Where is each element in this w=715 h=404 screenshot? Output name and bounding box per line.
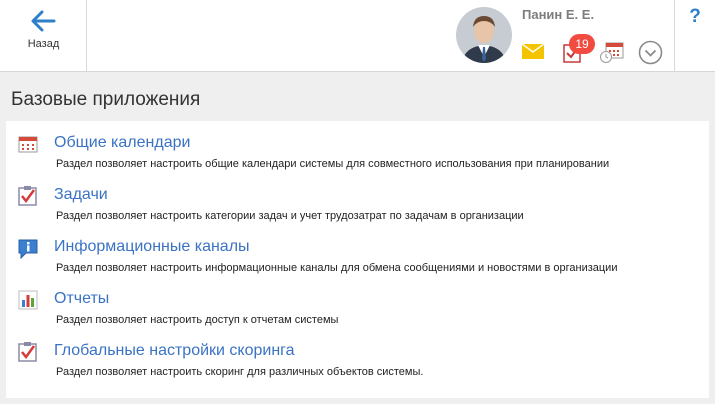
- info-icon: [18, 239, 38, 259]
- item-title-link[interactable]: Отчеты: [54, 290, 109, 308]
- item-description: Раздел позволяет настроить скоринг для р…: [56, 366, 424, 378]
- tasks-count-badge: 19: [569, 34, 595, 54]
- back-label: Назад: [27, 38, 60, 50]
- task-check-icon: [18, 342, 37, 362]
- list-item: Общие календари Раздел позволяет настрои…: [6, 121, 709, 173]
- item-description: Раздел позволяет настроить информационны…: [56, 262, 618, 274]
- help-button[interactable]: ?: [674, 0, 715, 72]
- item-title-link[interactable]: Задачи: [54, 186, 108, 204]
- item-description: Раздел позволяет настроить категории зад…: [56, 210, 524, 222]
- item-title-link[interactable]: Информационные каналы: [54, 238, 250, 256]
- item-description: Раздел позволяет настроить доступ к отче…: [56, 314, 339, 326]
- apps-list: Общие календари Раздел позволяет настрои…: [6, 121, 709, 398]
- back-button[interactable]: Назад: [0, 0, 87, 72]
- arrow-left-icon: [31, 10, 56, 32]
- list-item: Задачи Раздел позволяет настроить катего…: [6, 173, 709, 225]
- list-item: Отчеты Раздел позволяет настроить доступ…: [6, 277, 709, 329]
- page-title: Базовые приложения: [11, 89, 201, 110]
- item-title-link[interactable]: Глобальные настройки скоринга: [54, 342, 295, 360]
- item-title-link[interactable]: Общие календари: [54, 134, 190, 152]
- calendar-clock-icon[interactable]: [600, 42, 624, 64]
- list-item: Информационные каналы Раздел позволяет н…: [6, 225, 709, 277]
- top-header: Назад Панин Е. Е. 19 ?: [0, 0, 715, 72]
- item-description: Раздел позволяет настроить общие календа…: [56, 158, 610, 170]
- avatar[interactable]: [456, 7, 512, 63]
- mail-icon[interactable]: [522, 44, 544, 59]
- chevron-down-icon[interactable]: [638, 40, 663, 65]
- calendar-icon: [18, 136, 38, 153]
- user-name[interactable]: Панин Е. Е.: [522, 7, 594, 22]
- bar-chart-icon: [18, 290, 38, 310]
- task-check-icon: [18, 186, 37, 206]
- list-item: Глобальные настройки скоринга Раздел поз…: [6, 329, 709, 381]
